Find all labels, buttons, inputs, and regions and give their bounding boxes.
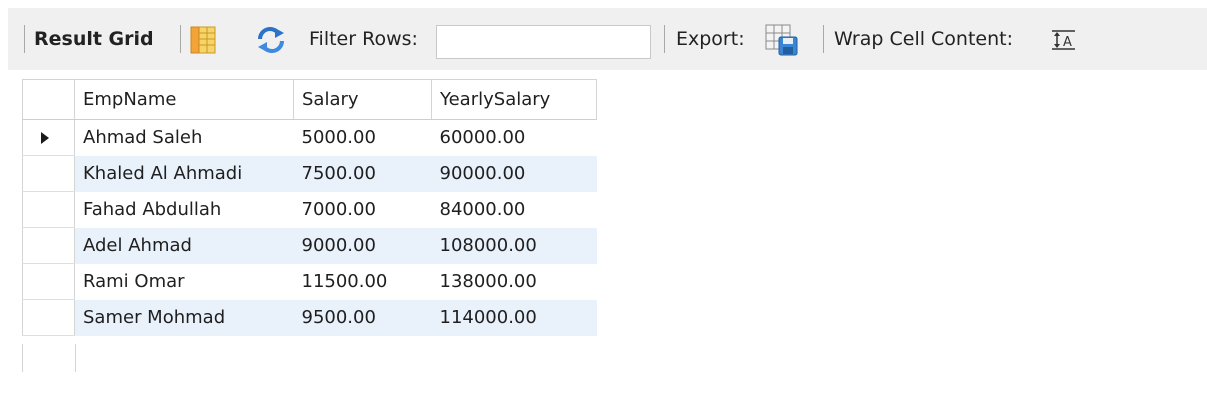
row-selector[interactable] [22, 119, 75, 156]
cell-empname[interactable]: Rami Omar [74, 263, 294, 300]
table-row[interactable]: Fahad Abdullah 7000.00 84000.00 [22, 191, 597, 228]
row-selector[interactable] [22, 155, 75, 192]
column-header-yearlysalary[interactable]: YearlySalary [431, 79, 597, 120]
cell-salary[interactable]: 7000.00 [293, 191, 432, 228]
cell-empname[interactable]: Khaled Al Ahmadi [74, 155, 294, 192]
svg-text:A: A [1063, 35, 1072, 50]
cell-empname[interactable]: Adel Ahmad [74, 227, 294, 264]
row-selector[interactable] [22, 191, 75, 228]
export-icon[interactable] [765, 24, 799, 60]
cell-yearlysalary[interactable]: 60000.00 [431, 119, 597, 156]
row-selector[interactable] [22, 227, 75, 264]
cell-yearlysalary[interactable]: 84000.00 [431, 191, 597, 228]
wrap-cell-content-label: Wrap Cell Content: [834, 28, 1014, 50]
cell-salary[interactable]: 9500.00 [293, 299, 432, 336]
grid-header-row: EmpName Salary YearlySalary [22, 79, 597, 120]
cell-salary[interactable]: 11500.00 [293, 263, 432, 300]
table-row[interactable]: Adel Ahmad 9000.00 108000.00 [22, 227, 597, 264]
cell-yearlysalary[interactable]: 108000.00 [431, 227, 597, 264]
column-header-empname[interactable]: EmpName [74, 79, 294, 120]
row-selector[interactable] [22, 263, 75, 300]
column-header-salary[interactable]: Salary [293, 79, 432, 120]
table-row[interactable]: Rami Omar 11500.00 138000.00 [22, 263, 597, 300]
current-row-arrow-icon [41, 132, 49, 144]
wrap-cell-icon[interactable]: A [1051, 29, 1077, 55]
cell-yearlysalary[interactable]: 114000.00 [431, 299, 597, 336]
cell-empname[interactable]: Ahmad Saleh [74, 119, 294, 156]
row-gutter-empty [22, 344, 76, 372]
cell-salary[interactable]: 9000.00 [293, 227, 432, 264]
toolbar-separator [180, 25, 181, 53]
cell-yearlysalary[interactable]: 138000.00 [431, 263, 597, 300]
result-grid-tab[interactable]: Result Grid [34, 27, 154, 51]
toolbar-separator [24, 25, 25, 53]
table-row[interactable]: Samer Mohmad 9500.00 114000.00 [22, 299, 597, 336]
filter-rows-label: Filter Rows: [309, 28, 418, 50]
result-grid: EmpName Salary YearlySalary Ahmad Saleh … [22, 79, 597, 336]
export-label: Export: [676, 28, 745, 50]
toolbar-separator [823, 25, 824, 53]
grid-corner[interactable] [22, 79, 75, 120]
toolbar-separator [664, 25, 665, 53]
filter-rows-input[interactable] [436, 25, 651, 59]
row-selector[interactable] [22, 299, 75, 336]
cell-empname[interactable]: Samer Mohmad [74, 299, 294, 336]
cell-yearlysalary[interactable]: 90000.00 [431, 155, 597, 192]
table-row[interactable]: Ahmad Saleh 5000.00 60000.00 [22, 119, 597, 156]
cell-empname[interactable]: Fahad Abdullah [74, 191, 294, 228]
form-editor-icon[interactable] [190, 26, 216, 58]
cell-salary[interactable]: 7500.00 [293, 155, 432, 192]
cell-salary[interactable]: 5000.00 [293, 119, 432, 156]
table-row[interactable]: Khaled Al Ahmadi 7500.00 90000.00 [22, 155, 597, 192]
refresh-icon[interactable] [256, 27, 286, 57]
